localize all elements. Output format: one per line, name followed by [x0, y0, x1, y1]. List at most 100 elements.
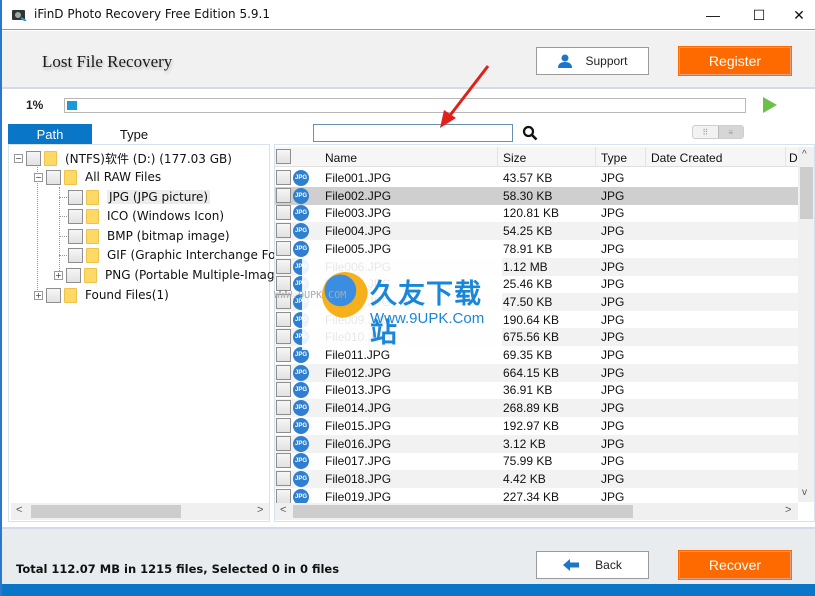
checkbox[interactable]	[26, 150, 41, 166]
play-icon[interactable]	[763, 97, 777, 113]
folder-icon	[44, 150, 57, 166]
file-row[interactable]: JPG File005.JPG 78.91 KB JPG	[275, 240, 798, 258]
row-checkbox[interactable]	[276, 223, 291, 239]
row-checkbox[interactable]	[276, 347, 291, 362]
support-button[interactable]: Support	[536, 47, 649, 75]
row-checkbox[interactable]	[276, 205, 291, 221]
grid-view-icon[interactable]: ⠿	[693, 126, 718, 138]
tree-horizontal-scrollbar[interactable]: < >	[11, 503, 269, 520]
expand-icon[interactable]: +	[34, 290, 43, 300]
row-checkbox[interactable]	[276, 170, 291, 185]
jpg-file-icon: JPG	[293, 453, 309, 470]
column-size[interactable]: Size	[503, 151, 526, 165]
checkbox[interactable]	[46, 169, 61, 185]
row-checkbox[interactable]	[276, 311, 291, 327]
tree-item-jpg[interactable]: JPG (JPG picture)	[68, 187, 211, 207]
back-label: Back	[595, 558, 622, 572]
jpg-file-icon: JPG	[293, 400, 309, 417]
file-type: JPG	[601, 171, 625, 185]
checkbox[interactable]	[68, 228, 83, 244]
row-checkbox[interactable]	[276, 453, 291, 469]
minimize-button[interactable]: —	[690, 0, 736, 30]
select-all-checkbox[interactable]	[276, 149, 291, 164]
scroll-right-icon[interactable]: >	[257, 504, 263, 516]
scroll-left-icon[interactable]: <	[280, 504, 286, 516]
folder-icon	[86, 208, 99, 224]
file-row[interactable]: JPG File017.JPG 75.99 KB JPG	[275, 452, 798, 470]
row-checkbox[interactable]	[276, 276, 291, 292]
list-horizontal-scrollbar[interactable]: < >	[275, 503, 798, 520]
recover-button[interactable]: Recover	[678, 550, 792, 580]
file-row[interactable]: JPG File012.JPG 664.15 KB JPG	[275, 363, 798, 382]
tree-item-bmp[interactable]: BMP (bitmap image)	[68, 226, 230, 246]
file-row[interactable]: JPG File015.JPG 192.97 KB JPG	[275, 417, 798, 435]
collapse-icon[interactable]: −	[14, 153, 23, 163]
tree-item-raw-files[interactable]: − All RAW Files	[34, 167, 161, 187]
list-vertical-scrollbar[interactable]: ^ v	[798, 147, 814, 502]
close-button[interactable]: ✕	[776, 0, 815, 30]
row-checkbox[interactable]	[276, 400, 291, 416]
tree-item-gif[interactable]: GIF (Graphic Interchange For	[68, 245, 280, 265]
scroll-left-icon[interactable]: <	[16, 504, 22, 516]
row-checkbox[interactable]	[276, 240, 291, 256]
file-row[interactable]: JPG File013.JPG 36.91 KB JPG	[275, 381, 798, 399]
row-checkbox[interactable]	[276, 382, 291, 398]
checkbox[interactable]	[68, 189, 83, 205]
file-row[interactable]: JPG File016.JPG 3.12 KB JPG	[275, 434, 798, 453]
column-separator[interactable]	[595, 147, 596, 167]
row-checkbox[interactable]	[276, 417, 291, 433]
user-icon	[558, 54, 573, 68]
column-date-modified[interactable]: D	[789, 151, 798, 165]
scroll-down-icon[interactable]: v	[802, 487, 807, 498]
expand-icon[interactable]: +	[54, 270, 63, 280]
scrollbar-thumb[interactable]	[293, 505, 633, 518]
scroll-up-icon[interactable]: ^	[802, 149, 807, 160]
file-row[interactable]: JPG File002.JPG 58.30 KB JPG	[275, 186, 798, 205]
column-date-created[interactable]: Date Created	[651, 151, 722, 165]
checkbox[interactable]	[46, 287, 61, 303]
tree-item-found-files[interactable]: + Found Files(1)	[34, 285, 169, 305]
tree-item-png[interactable]: + PNG (Portable Multiple-Imag	[54, 265, 275, 285]
row-checkbox[interactable]	[276, 364, 291, 380]
scroll-right-icon[interactable]: >	[785, 504, 791, 516]
row-checkbox[interactable]	[276, 187, 291, 203]
checkbox[interactable]	[68, 208, 83, 224]
column-separator[interactable]	[645, 147, 646, 167]
file-row[interactable]: JPG File001.JPG 43.57 KB JPG	[275, 169, 798, 187]
checkbox[interactable]	[66, 267, 81, 283]
column-name[interactable]: Name	[325, 151, 357, 165]
file-row[interactable]: JPG File014.JPG 268.89 KB JPG	[275, 399, 798, 418]
column-type[interactable]: Type	[601, 151, 627, 165]
file-size: 4.42 KB	[503, 471, 546, 486]
file-row[interactable]: JPG File004.JPG 54.25 KB JPG	[275, 222, 798, 241]
row-checkbox[interactable]	[276, 329, 291, 345]
tab-type[interactable]: Type	[92, 124, 176, 144]
folder-icon	[86, 189, 99, 205]
column-separator[interactable]	[497, 147, 498, 167]
scrollbar-thumb[interactable]	[31, 505, 181, 518]
file-name: File003.JPG	[325, 206, 392, 221]
tree-item-label: Found Files(1)	[85, 288, 169, 302]
row-checkbox[interactable]	[276, 435, 291, 451]
tree-item-label: JPG (JPG picture)	[107, 190, 211, 204]
list-view-icon[interactable]: ≡	[717, 126, 743, 138]
column-separator[interactable]	[785, 147, 786, 167]
register-button[interactable]: Register	[678, 46, 792, 76]
file-size: 58.30 KB	[503, 188, 553, 203]
back-button[interactable]: Back	[536, 551, 649, 579]
collapse-icon[interactable]: −	[34, 172, 43, 182]
file-row[interactable]: JPG File018.JPG 4.42 KB JPG	[275, 469, 798, 488]
window-title: iFinD Photo Recovery Free Edition 5.9.1	[34, 7, 271, 21]
tree-item-ico[interactable]: ICO (Windows Icon)	[68, 206, 224, 226]
tab-path[interactable]: Path	[8, 124, 92, 144]
search-icon[interactable]	[522, 125, 538, 141]
row-checkbox[interactable]	[276, 470, 291, 486]
row-checkbox[interactable]	[276, 488, 291, 504]
tree-item-drive[interactable]: − (NTFS)软件 (D:) (177.03 GB)	[14, 148, 232, 168]
checkbox[interactable]	[68, 247, 83, 263]
scrollbar-thumb[interactable]	[800, 167, 813, 219]
folder-icon	[86, 247, 99, 263]
file-row[interactable]: JPG File003.JPG 120.81 KB JPG	[275, 204, 798, 222]
watermark-url: Www.9UPK.Com	[370, 310, 485, 327]
row-checkbox[interactable]	[276, 258, 291, 274]
